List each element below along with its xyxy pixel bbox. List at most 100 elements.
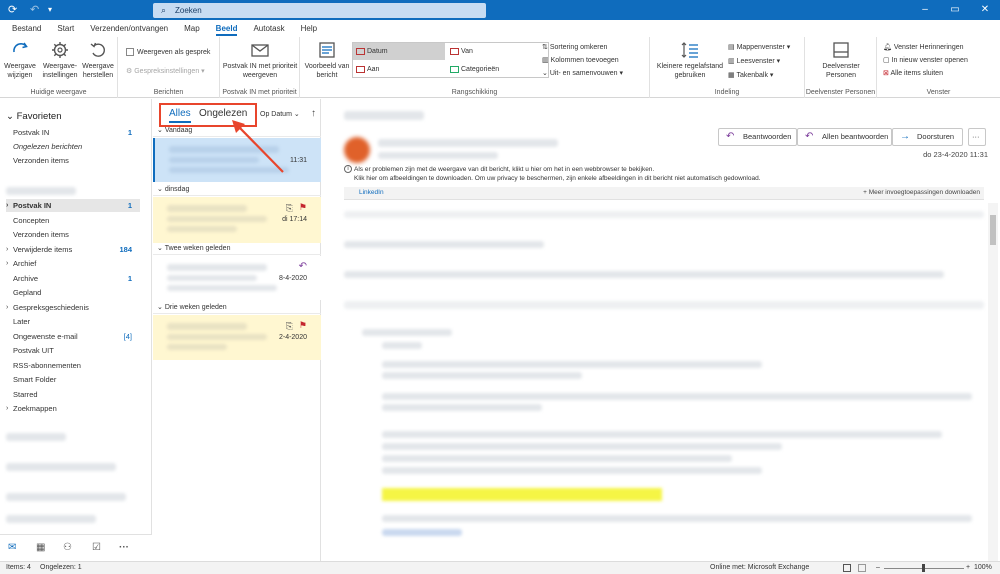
group-header[interactable]: ⌄ Twee weken geleden [153,243,321,255]
reply-button[interactable]: ↶ Beantwoorden [718,128,797,146]
kolommen-toevoegen-button[interactable]: ▥ Kolommen toevoegen [542,56,619,66]
zoom-slider-thumb[interactable] [922,564,925,572]
people-icon[interactable]: ⚇ [63,542,72,553]
folder-postvak-uit[interactable]: Postvak UIT [6,344,140,357]
redacted-sender [169,146,279,153]
list-item[interactable]: ⎘ ⚑ di 17:14 [153,197,321,243]
arrange-aan[interactable]: Aan [353,61,445,78]
expand-collapse-icon: ⌄ [542,70,550,77]
more-modules-icon[interactable]: ··· [119,542,129,553]
maximize-icon[interactable]: ▭ [940,0,970,20]
tab-autotask[interactable]: Autotask [245,20,292,37]
module-switcher: ✉ ▦ ⚇ ☑ ··· [0,534,152,561]
sort-direction-icon[interactable]: ↑ [311,108,316,119]
dropdown-icon: ▾ [199,68,205,75]
arrange-van[interactable]: Van [447,43,539,60]
gespreksinstellingen-button[interactable]: ⚙ Gespreksinstellingen ▾ [126,67,205,77]
reply-all-button[interactable]: ↶ Allen beantwoorden [797,128,892,146]
weergave-wijzigen-button[interactable]: Weergave wijzigen [2,40,38,80]
folder-smart-folder[interactable]: Smart Folder [6,373,140,386]
reading-view-icon[interactable] [858,564,866,572]
close-icon[interactable]: ✕ [970,0,1000,20]
tasks-icon[interactable]: ☑ [92,542,101,553]
tab-bestand[interactable]: Bestand [4,20,49,37]
more-addins-link[interactable]: + Meer invoegtoepassingen downloaden [863,189,980,196]
info-bar[interactable]: Als er problemen zijn met de weergave va… [354,165,761,183]
reading-pane-scrollbar[interactable] [988,203,998,561]
calendar-icon[interactable]: ▦ [36,542,45,553]
sortering-omkeren-button[interactable]: ⇅ Sortering omkeren [542,43,607,53]
folder-postvak-in[interactable]: › Postvak IN 1 [6,199,140,212]
mappenvenster-button[interactable]: ▤ Mappenvenster ▾ [728,43,790,53]
arrange-categorieen[interactable]: Categorieën [447,61,539,78]
weergeven-als-gesprek-checkbox[interactable]: Weergeven als gesprek [126,48,210,58]
postvak-prioriteit-button[interactable]: Postvak IN met prioriteit weergeven [222,40,298,80]
group-header[interactable]: ⌄ dinsdag [153,184,321,196]
nieuw-venster-button[interactable]: ▢ In nieuw venster openen [883,56,968,66]
folder-verwijderde-items[interactable]: › Verwijderde items 184 [6,243,140,256]
tab-help[interactable]: Help [293,20,325,37]
folder-concepten[interactable]: Concepten [6,214,140,227]
quick-access-dropdown-icon[interactable]: ▾ [48,3,52,17]
fav-postvak-in[interactable]: Postvak IN 1 [6,126,140,139]
normal-view-icon[interactable] [843,564,851,572]
linkedin-addin[interactable]: LinkedIn [359,189,384,196]
flag-icon[interactable]: ⚑ [299,320,307,331]
zoom-in-icon[interactable]: + [966,562,970,574]
folder-rss[interactable]: RSS-abonnementen [6,359,140,372]
folder-ongewenste-email[interactable]: Ongewenste e-mail [4] [6,330,140,343]
folder-archive[interactable]: Archive 1 [6,272,140,285]
favorieten-header[interactable]: ⌄ Favorieten [6,111,62,122]
group-header[interactable]: ⌄ Vandaag [153,125,321,137]
search-input[interactable]: Zoeken [175,6,202,15]
folder-later[interactable]: Later [6,315,140,328]
scrollbar-thumb[interactable] [990,215,996,245]
arrange-datum[interactable]: Datum [353,43,445,60]
search-box[interactable]: ⌕ Zoeken [153,3,486,18]
mail-icon[interactable]: ✉ [8,542,16,553]
sort-by-date-dropdown[interactable]: Op Datum ⌄ [260,110,300,118]
folder-gepland[interactable]: Gepland [6,286,140,299]
group-header[interactable]: ⌄ Drie weken geleden [153,302,321,314]
dropdown-icon: ▾ [784,44,791,51]
folder-starred[interactable]: Starred [6,388,140,401]
minimize-icon[interactable]: – [910,0,940,20]
chevron-down-icon: ⌄ [157,186,165,193]
zoom-out-icon[interactable]: – [876,562,880,574]
fav-ongelezen-berichten[interactable]: Ongelezen berichten [6,140,140,153]
sync-icon[interactable]: ⟳ [8,3,17,17]
folder-zoekmappen[interactable]: › Zoekmappen [6,402,140,415]
weergave-instellingen-button[interactable]: Weergave-instellingen [40,40,80,80]
reply-icon: ↶ [726,131,735,142]
flag-icon[interactable]: ⚑ [299,202,307,213]
deelvenster-personen-button[interactable]: Deelvenster Personen [807,40,875,80]
tab-beeld[interactable]: Beeld [208,20,246,37]
tab-start[interactable]: Start [49,20,82,37]
takenbalk-button[interactable]: ▦ Takenbalk ▾ [728,71,773,81]
voorbeeld-bericht-button[interactable]: Voorbeeld van bericht [302,40,352,80]
herinneringen-button[interactable]: 🔔︎ Venster Herinneringen [883,43,964,53]
status-bar: Items: 4 Ongelezen: 1 Online met: Micros… [0,561,1000,574]
regelafstand-button[interactable]: Kleinere regelafstand gebruiken [652,40,728,80]
folder-archief[interactable]: › Archief [6,257,140,270]
tab-verzenden-ontvangen[interactable]: Verzenden/ontvangen [82,20,176,37]
leesvenster-button[interactable]: ▥ Leesvenster ▾ [728,57,780,67]
folder-gespreksgeschiedenis[interactable]: › Gespreksgeschiedenis [6,301,140,314]
zoom-level[interactable]: 100% [974,562,992,574]
folder-pane-icon: ▤ [728,44,737,51]
redacted-link[interactable] [382,529,462,536]
list-item[interactable]: 11:31 [153,138,321,182]
uit-samenvouwen-button[interactable]: ⌄ Uit- en samenvouwen ▾ [542,69,623,79]
undo-icon[interactable]: ↶ [30,3,39,17]
weergave-herstellen-button[interactable]: Weergave herstellen [80,40,116,80]
calendar-icon [356,48,365,55]
list-item[interactable]: ↶ 8-4-2020 [153,256,321,300]
tab-map[interactable]: Map [176,20,208,37]
alle-items-sluiten-button[interactable]: ⊠ Alle items sluiten [883,69,943,79]
more-actions-button[interactable]: ··· [968,128,986,146]
forward-button[interactable]: → Doorsturen [892,128,963,146]
fav-verzonden-items[interactable]: Verzonden items [6,154,140,167]
folder-verzonden-items[interactable]: Verzonden items [6,228,140,241]
redacted-body-line [382,404,542,411]
list-item[interactable]: ⎘ ⚑ 2-4-2020 [153,315,321,360]
